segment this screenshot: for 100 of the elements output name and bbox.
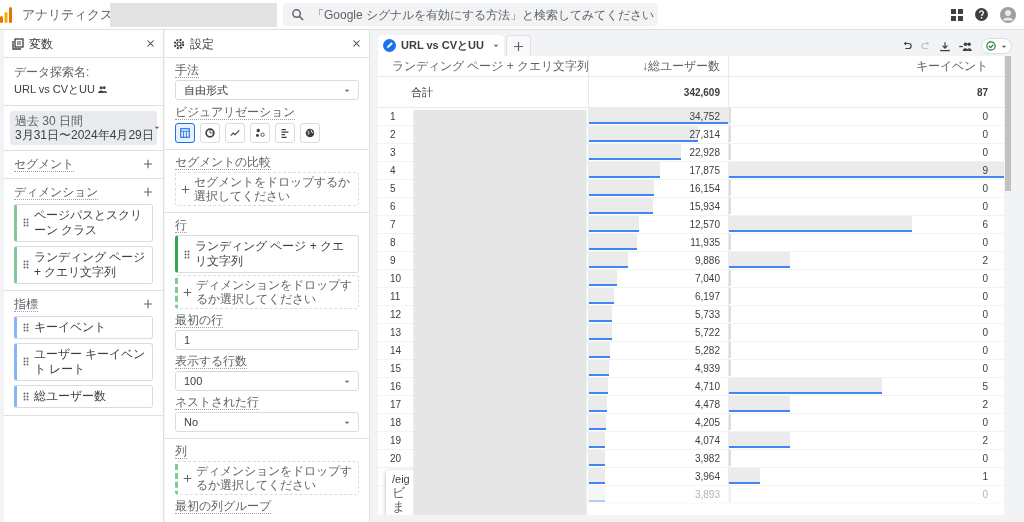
row-number: 3 (390, 146, 396, 160)
close-icon[interactable] (352, 39, 361, 48)
caret-icon (1001, 43, 1007, 49)
report-tab[interactable]: URL vs CVとUU (378, 35, 504, 56)
section-label: セグメント (14, 156, 74, 172)
caret-icon (492, 43, 499, 48)
column-header[interactable]: ↓総ユーザー数 (588, 56, 728, 76)
row-number: 6 (390, 200, 396, 214)
caret-icon (153, 125, 160, 130)
exploration-name: URL vs CVとUU (14, 82, 95, 97)
row-number: 17 (390, 398, 402, 412)
table-cell: 15,934 (588, 198, 728, 215)
add-icon[interactable] (143, 187, 153, 197)
status-dropdown[interactable] (981, 38, 1012, 54)
row-number: 7 (390, 218, 396, 232)
variable-chip[interactable]: ランディング ページ + クエリ文字列 (14, 245, 153, 284)
section-label: 表示する行数 (175, 354, 247, 369)
number-field[interactable]: 1 (175, 330, 359, 350)
table-cell: 17,875 (588, 162, 728, 179)
field-label: データ探索名: (14, 65, 90, 79)
drop-zone[interactable]: ディメンションをドロップするか選択してください (175, 461, 359, 495)
variable-chip[interactable]: ユーザー キーイベント レート (14, 342, 153, 381)
tooltip-text: /eig (392, 472, 410, 486)
column-header[interactable]: ランディング ページ + クエリ文字列 (378, 56, 588, 76)
drag-handle-icon (23, 218, 29, 227)
row-number: 8 (390, 236, 396, 250)
caret-icon (344, 419, 350, 425)
table-cell: 6,197 (588, 288, 728, 305)
add-icon[interactable] (143, 299, 153, 309)
share-people-icon[interactable] (959, 41, 972, 51)
table-cell: 6 (728, 216, 1004, 233)
row-count-dropdown[interactable]: 100 (175, 371, 359, 391)
section-label: 最初の列グループ (175, 499, 271, 514)
plus-icon (512, 40, 524, 52)
table-cell: 2 (728, 252, 1004, 269)
tooltip-text: ビ (392, 486, 405, 500)
table-cell: 2 (728, 396, 1004, 413)
section-label: 指標 (14, 296, 38, 312)
caret-icon (344, 378, 350, 384)
variable-chip[interactable]: キーイベント (14, 315, 153, 339)
app-title: アナリティクス (22, 5, 113, 24)
row-number: 12 (390, 308, 402, 322)
check-circle-icon (986, 41, 996, 51)
panel-title: 変数 (29, 35, 53, 53)
row-number: 13 (390, 326, 402, 340)
table-cell: 4,074 (588, 432, 728, 449)
table-cell: 5,282 (588, 342, 728, 359)
apps-grid-icon[interactable] (951, 8, 963, 21)
row-number: 9 (390, 254, 396, 268)
help-icon[interactable] (975, 8, 988, 21)
section-label: ビジュアリゼーション (175, 105, 295, 120)
row-number: 10 (390, 272, 402, 286)
bar-chart-logo-icon (0, 6, 12, 23)
table-cell: 4,478 (588, 396, 728, 413)
table-cell: 11,935 (588, 234, 728, 251)
variable-chip[interactable]: ランディング ページ + クエリ文字列 (175, 235, 359, 273)
add-icon (181, 184, 190, 194)
table-cell: 5 (728, 378, 1004, 395)
search-icon (291, 8, 304, 21)
undo-icon[interactable] (902, 41, 912, 51)
globe-icon (304, 127, 316, 139)
variable-chip[interactable]: ページパスとスクリーン クラス (14, 203, 153, 242)
download-icon[interactable] (940, 40, 950, 52)
scrollbar-thumb[interactable] (1005, 56, 1011, 191)
drop-zone[interactable]: セグメントをドロップするか選択してください (175, 172, 359, 206)
drop-zone[interactable]: ディメンションをドロップするか選択してください (175, 275, 359, 309)
table-cell: 7,040 (588, 270, 728, 287)
add-icon[interactable] (143, 159, 153, 169)
add-icon (183, 473, 192, 483)
avatar-icon[interactable] (1000, 6, 1016, 23)
row-number: 16 (390, 380, 402, 394)
nested-rows-dropdown[interactable]: No (175, 412, 359, 432)
technique-dropdown[interactable]: 自由形式 (175, 80, 359, 100)
gear-icon (173, 37, 185, 50)
row-number: 2 (390, 128, 396, 142)
row-number: 11 (390, 290, 401, 304)
table-cell: 9,886 (588, 252, 728, 269)
variable-chip[interactable]: 総ユーザー数 (14, 384, 153, 408)
row-number: 4 (390, 164, 396, 178)
drag-handle-icon (184, 249, 190, 259)
drag-handle-icon (23, 391, 29, 401)
table-cell: 16,154 (588, 180, 728, 197)
table-cell-text: 87 (976, 85, 988, 100)
drag-handle-icon (23, 322, 29, 332)
close-icon[interactable] (146, 39, 155, 48)
table-cell: 3,893 (588, 486, 728, 503)
table-cell: 22,928 (588, 144, 728, 161)
add-icon (183, 287, 192, 297)
section-label: 手法 (175, 63, 199, 78)
line-chart-icon (229, 127, 241, 139)
section-label: ネストされた行 (175, 395, 259, 410)
date-range-dropdown[interactable]: 過去 30 日間 3月31日〜2024年4月29日 (10, 110, 157, 145)
add-tab-button[interactable] (505, 35, 531, 56)
row-number: 1 (390, 110, 396, 124)
row-number: 20 (390, 452, 402, 466)
table-cell: 3,982 (588, 450, 728, 467)
table-cell: 1 (728, 468, 1004, 485)
search-field[interactable]: 「Google シグナルを有効にする方法」と検索してみてください (283, 3, 658, 26)
caret-icon (344, 87, 350, 93)
drag-handle-icon (23, 357, 29, 366)
